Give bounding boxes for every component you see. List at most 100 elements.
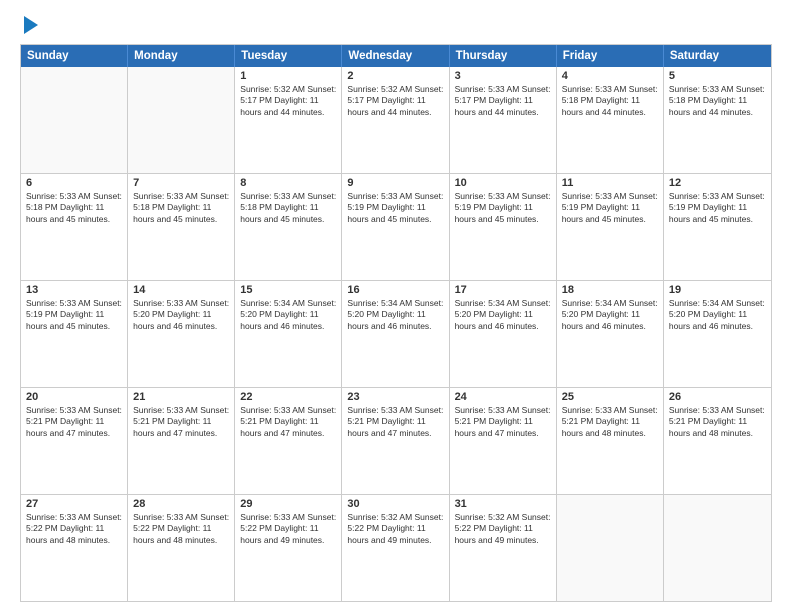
day-number: 8 [240, 177, 336, 189]
day-info: Sunrise: 5:33 AM Sunset: 5:17 PM Dayligh… [455, 84, 551, 118]
day-number: 2 [347, 70, 443, 82]
day-number: 12 [669, 177, 766, 189]
calendar-cell: 19 Sunrise: 5:34 AM Sunset: 5:20 PM Dayli… [664, 281, 771, 387]
calendar-cell: 16 Sunrise: 5:34 AM Sunset: 5:20 PM Dayli… [342, 281, 449, 387]
day-info: Sunrise: 5:34 AM Sunset: 5:20 PM Dayligh… [669, 298, 766, 332]
day-number: 31 [455, 498, 551, 510]
calendar-row: 27 Sunrise: 5:33 AM Sunset: 5:22 PM Dayli… [21, 494, 771, 601]
calendar-cell: 28 Sunrise: 5:33 AM Sunset: 5:22 PM Dayli… [128, 495, 235, 601]
weekday-header: Saturday [664, 45, 771, 67]
calendar-row: 13 Sunrise: 5:33 AM Sunset: 5:19 PM Dayli… [21, 280, 771, 387]
calendar-cell: 10Sunrise: 5:33 AM Sunset: 5:19 PM Dayli… [450, 174, 557, 280]
calendar-cell: 5 Sunrise: 5:33 AM Sunset: 5:18 PM Daylig… [664, 67, 771, 173]
calendar-header: SundayMondayTuesdayWednesdayThursdayFrid… [21, 45, 771, 67]
calendar-cell: 11Sunrise: 5:33 AM Sunset: 5:19 PM Dayli… [557, 174, 664, 280]
calendar-row: 6 Sunrise: 5:33 AM Sunset: 5:18 PM Daylig… [21, 173, 771, 280]
calendar-cell: 20Sunrise: 5:33 AM Sunset: 5:21 PM Dayli… [21, 388, 128, 494]
day-number: 22 [240, 391, 336, 403]
calendar-cell: 23Sunrise: 5:33 AM Sunset: 5:21 PM Dayli… [342, 388, 449, 494]
day-info: Sunrise: 5:34 AM Sunset: 5:20 PM Dayligh… [240, 298, 336, 332]
day-info: Sunrise: 5:33 AM Sunset: 5:21 PM Dayligh… [133, 405, 229, 439]
day-info: Sunrise: 5:33 AM Sunset: 5:19 PM Dayligh… [347, 191, 443, 225]
day-info: Sunrise: 5:33 AM Sunset: 5:19 PM Dayligh… [669, 191, 766, 225]
day-info: Sunrise: 5:34 AM Sunset: 5:20 PM Dayligh… [455, 298, 551, 332]
day-number: 14 [133, 284, 229, 296]
day-info: Sunrise: 5:33 AM Sunset: 5:22 PM Dayligh… [133, 512, 229, 546]
weekday-header: Wednesday [342, 45, 449, 67]
day-info: Sunrise: 5:33 AM Sunset: 5:18 PM Dayligh… [133, 191, 229, 225]
weekday-header: Tuesday [235, 45, 342, 67]
calendar-cell: 31 Sunrise: 5:32 AM Sunset: 5:22 PM Dayli… [450, 495, 557, 601]
calendar-cell [664, 495, 771, 601]
calendar-body: 1 Sunrise: 5:32 AM Sunset: 5:17 PM Daylig… [21, 67, 771, 601]
day-number: 27 [26, 498, 122, 510]
day-number: 5 [669, 70, 766, 82]
day-number: 19 [669, 284, 766, 296]
calendar-cell: 25 Sunrise: 5:33 AM Sunset: 5:21 PM Dayli… [557, 388, 664, 494]
day-number: 23 [347, 391, 443, 403]
weekday-header: Sunday [21, 45, 128, 67]
day-number: 30 [347, 498, 443, 510]
calendar-cell: 2Sunrise: 5:32 AM Sunset: 5:17 PM Daylig… [342, 67, 449, 173]
calendar-cell: 7 Sunrise: 5:33 AM Sunset: 5:18 PM Daylig… [128, 174, 235, 280]
day-info: Sunrise: 5:33 AM Sunset: 5:20 PM Dayligh… [133, 298, 229, 332]
day-number: 4 [562, 70, 658, 82]
calendar-cell: 4Sunrise: 5:33 AM Sunset: 5:18 PM Daylig… [557, 67, 664, 173]
calendar-row: 20Sunrise: 5:33 AM Sunset: 5:21 PM Dayli… [21, 387, 771, 494]
calendar-cell: 15 Sunrise: 5:34 AM Sunset: 5:20 PM Dayli… [235, 281, 342, 387]
calendar-cell: 3 Sunrise: 5:33 AM Sunset: 5:17 PM Daylig… [450, 67, 557, 173]
calendar-cell: 22 Sunrise: 5:33 AM Sunset: 5:21 PM Dayli… [235, 388, 342, 494]
calendar-row: 1 Sunrise: 5:32 AM Sunset: 5:17 PM Daylig… [21, 67, 771, 173]
weekday-header: Monday [128, 45, 235, 67]
day-number: 29 [240, 498, 336, 510]
day-info: Sunrise: 5:33 AM Sunset: 5:18 PM Dayligh… [669, 84, 766, 118]
day-number: 3 [455, 70, 551, 82]
calendar-cell [557, 495, 664, 601]
day-info: Sunrise: 5:33 AM Sunset: 5:19 PM Dayligh… [26, 298, 122, 332]
day-info: Sunrise: 5:33 AM Sunset: 5:19 PM Dayligh… [562, 191, 658, 225]
day-info: Sunrise: 5:32 AM Sunset: 5:17 PM Dayligh… [240, 84, 336, 118]
day-info: Sunrise: 5:32 AM Sunset: 5:22 PM Dayligh… [455, 512, 551, 546]
day-number: 1 [240, 70, 336, 82]
logo-arrow-icon [24, 16, 38, 34]
calendar-cell: 24 Sunrise: 5:33 AM Sunset: 5:21 PM Dayli… [450, 388, 557, 494]
day-info: Sunrise: 5:33 AM Sunset: 5:18 PM Dayligh… [26, 191, 122, 225]
calendar-cell [128, 67, 235, 173]
calendar-cell: 14 Sunrise: 5:33 AM Sunset: 5:20 PM Dayli… [128, 281, 235, 387]
calendar-cell: 26 Sunrise: 5:33 AM Sunset: 5:21 PM Dayli… [664, 388, 771, 494]
day-info: Sunrise: 5:33 AM Sunset: 5:22 PM Dayligh… [240, 512, 336, 546]
day-info: Sunrise: 5:34 AM Sunset: 5:20 PM Dayligh… [347, 298, 443, 332]
day-number: 7 [133, 177, 229, 189]
day-number: 26 [669, 391, 766, 403]
header [20, 18, 772, 34]
day-info: Sunrise: 5:33 AM Sunset: 5:21 PM Dayligh… [240, 405, 336, 439]
calendar-cell: 27 Sunrise: 5:33 AM Sunset: 5:22 PM Dayli… [21, 495, 128, 601]
calendar-cell: 8Sunrise: 5:33 AM Sunset: 5:18 PM Daylig… [235, 174, 342, 280]
day-number: 18 [562, 284, 658, 296]
calendar-cell: 21Sunrise: 5:33 AM Sunset: 5:21 PM Dayli… [128, 388, 235, 494]
day-number: 6 [26, 177, 122, 189]
day-number: 13 [26, 284, 122, 296]
calendar-cell: 29 Sunrise: 5:33 AM Sunset: 5:22 PM Dayli… [235, 495, 342, 601]
day-number: 10 [455, 177, 551, 189]
calendar-cell: 30 Sunrise: 5:32 AM Sunset: 5:22 PM Dayli… [342, 495, 449, 601]
day-number: 15 [240, 284, 336, 296]
calendar-cell: 6 Sunrise: 5:33 AM Sunset: 5:18 PM Daylig… [21, 174, 128, 280]
day-number: 16 [347, 284, 443, 296]
day-number: 24 [455, 391, 551, 403]
page: SundayMondayTuesdayWednesdayThursdayFrid… [0, 0, 792, 612]
day-info: Sunrise: 5:34 AM Sunset: 5:20 PM Dayligh… [562, 298, 658, 332]
day-info: Sunrise: 5:32 AM Sunset: 5:22 PM Dayligh… [347, 512, 443, 546]
day-info: Sunrise: 5:33 AM Sunset: 5:21 PM Dayligh… [562, 405, 658, 439]
day-number: 25 [562, 391, 658, 403]
calendar-cell: 18 Sunrise: 5:34 AM Sunset: 5:20 PM Dayli… [557, 281, 664, 387]
day-info: Sunrise: 5:33 AM Sunset: 5:22 PM Dayligh… [26, 512, 122, 546]
day-number: 28 [133, 498, 229, 510]
weekday-header: Friday [557, 45, 664, 67]
day-info: Sunrise: 5:33 AM Sunset: 5:21 PM Dayligh… [455, 405, 551, 439]
day-number: 17 [455, 284, 551, 296]
calendar-cell: 1 Sunrise: 5:32 AM Sunset: 5:17 PM Daylig… [235, 67, 342, 173]
day-info: Sunrise: 5:33 AM Sunset: 5:21 PM Dayligh… [669, 405, 766, 439]
calendar-cell: 12 Sunrise: 5:33 AM Sunset: 5:19 PM Dayli… [664, 174, 771, 280]
day-number: 9 [347, 177, 443, 189]
